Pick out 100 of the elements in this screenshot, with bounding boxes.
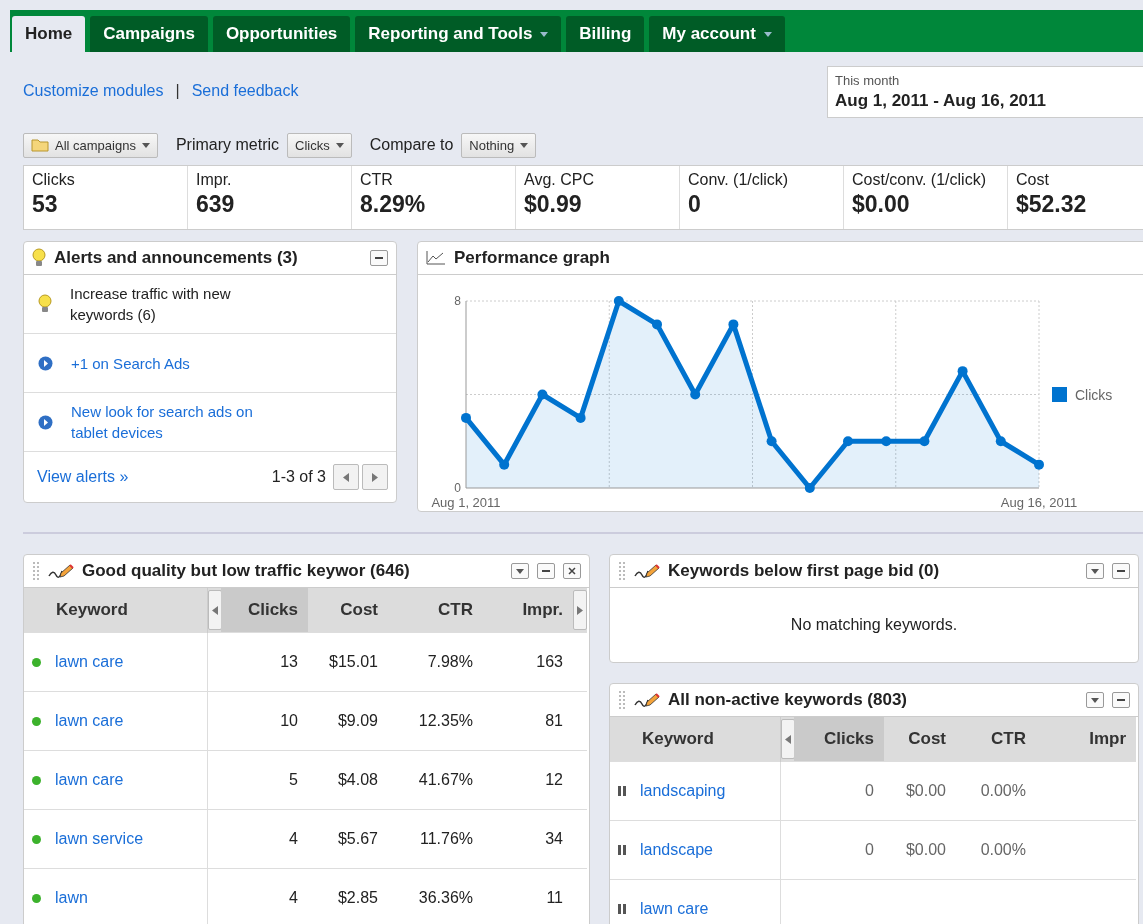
metric-value: $0.99 (524, 191, 583, 218)
column-header[interactable]: Keyword (24, 588, 207, 633)
column-header[interactable]: Impr (1036, 717, 1136, 762)
module-title: Good quality but low traffic keywor (646) (82, 561, 411, 581)
column-header[interactable]: Cost (308, 588, 388, 633)
data-point (537, 389, 548, 400)
nav-tab[interactable]: Home (12, 16, 86, 52)
announcement-link[interactable]: +1 on Search Ads (71, 352, 291, 374)
metric-label: Clicks (32, 171, 76, 189)
data-point (995, 436, 1006, 447)
compare-dropdown[interactable]: Nothing (461, 132, 537, 158)
table-cell: 10 (221, 691, 308, 751)
primary-metric-label: Primary metric (175, 136, 280, 154)
table-cell: $4.08 (308, 750, 388, 810)
keyword-link[interactable]: lawn care (640, 900, 709, 918)
column-header[interactable]: CTR (388, 588, 483, 633)
metric-value: 0 (688, 191, 702, 218)
table-cell: 34 (483, 809, 573, 869)
caret-icon (1091, 568, 1099, 574)
column-header[interactable]: Clicks (794, 717, 884, 762)
lightbulb-icon (38, 294, 52, 314)
module-title: Keywords below first page bid (0) (668, 561, 941, 581)
pencil-icon (634, 692, 660, 708)
data-point (652, 319, 662, 330)
table-cell: 4 (221, 809, 308, 869)
caret-icon (520, 142, 529, 148)
table-cell: $0.00 (884, 761, 956, 821)
feedback-link[interactable]: Send feedback (191, 82, 299, 100)
minimize-button[interactable] (370, 250, 388, 266)
menu-button[interactable] (1086, 563, 1104, 579)
keyword-link[interactable]: lawn care (55, 712, 124, 730)
table-cell: 4 (221, 868, 308, 924)
data-point (1034, 459, 1044, 470)
metric-value: 8.29% (360, 191, 427, 218)
data-point (575, 412, 586, 423)
caret-icon (516, 568, 524, 574)
next-button[interactable] (362, 464, 388, 490)
axis-label: 0 (454, 481, 461, 495)
nav-tab[interactable]: Opportunities (212, 16, 351, 52)
left-arrow-icon (784, 734, 791, 744)
drag-handle-icon[interactable] (618, 690, 626, 710)
drag-handle-icon[interactable] (32, 561, 40, 581)
left-arrow-icon (343, 472, 349, 482)
table-cell: $2.85 (308, 868, 388, 924)
metric-label: Conv. (1/click) (688, 171, 790, 189)
column-header[interactable]: Keyword (610, 717, 780, 762)
metric-dropdown[interactable]: Clicks (287, 132, 352, 158)
data-point (613, 296, 624, 306)
nav-tab[interactable]: Billing (566, 16, 645, 52)
data-point (919, 436, 930, 447)
legend-label: Clicks (1075, 387, 1113, 403)
module-title: All non-active keywords (803) (668, 690, 909, 710)
keyword-link[interactable]: lawn care (55, 653, 124, 671)
view-alerts-link[interactable]: View alerts » (37, 468, 129, 486)
column-header[interactable]: CTR (956, 717, 1036, 762)
table-cell: 11.76% (388, 809, 483, 869)
metric-label: Cost/conv. (1/click) (852, 171, 987, 189)
table-cell: 13 (221, 632, 308, 692)
table-cell: 0 (794, 820, 884, 880)
table-cell: $9.09 (308, 691, 388, 751)
table-cell: $15.01 (308, 632, 388, 692)
left-arrow-icon (211, 605, 218, 615)
nav-tab[interactable]: Campaigns (90, 16, 208, 52)
minimize-button[interactable] (537, 563, 555, 579)
minimize-icon (1117, 699, 1125, 701)
keyword-link[interactable]: lawn (55, 889, 88, 907)
previous-button[interactable] (333, 464, 359, 490)
customize-link[interactable]: Customize modules (23, 82, 164, 100)
minimize-button[interactable] (1112, 692, 1130, 708)
metric-value: 639 (196, 191, 236, 218)
nav-tab[interactable]: Reporting and Tools (355, 16, 562, 52)
keyword-link[interactable]: lawn service (55, 830, 144, 848)
right-arrow-icon (372, 472, 378, 482)
table-cell: 163 (483, 632, 573, 692)
data-point (499, 459, 510, 470)
minimize-button[interactable] (1112, 563, 1130, 579)
announcement-link[interactable]: New look for search ads on tablet devices (71, 401, 291, 443)
caret-icon (141, 142, 150, 148)
scroll-right-button[interactable] (573, 590, 587, 630)
keyword-link[interactable]: lawn care (55, 771, 124, 789)
nav-tab[interactable]: My account (649, 16, 785, 52)
table-cell: $0.00 (884, 820, 956, 880)
column-header[interactable]: Clicks (221, 588, 308, 633)
close-button[interactable] (563, 563, 581, 579)
column-header[interactable]: Cost (884, 717, 956, 762)
menu-button[interactable] (1086, 692, 1104, 708)
data-point (957, 366, 968, 377)
menu-button[interactable] (511, 563, 529, 579)
axis-label: 8 (454, 294, 461, 308)
date-range-picker[interactable]: This month Aug 1, 2011 - Aug 16, 2011 (827, 66, 1143, 118)
drag-handle-icon[interactable] (618, 561, 626, 581)
date-range-label: This month (835, 73, 901, 88)
date-range-value: Aug 1, 2011 - Aug 16, 2011 (835, 91, 1048, 111)
data-point (843, 436, 853, 447)
pencil-icon (48, 563, 74, 579)
keyword-link[interactable]: landscape (640, 841, 713, 859)
keyword-link[interactable]: landscaping (640, 782, 726, 800)
campaign-dropdown[interactable]: All campaigns (23, 132, 158, 158)
column-header[interactable]: Impr. (483, 588, 573, 633)
metric-value: $52.32 (1016, 191, 1088, 218)
